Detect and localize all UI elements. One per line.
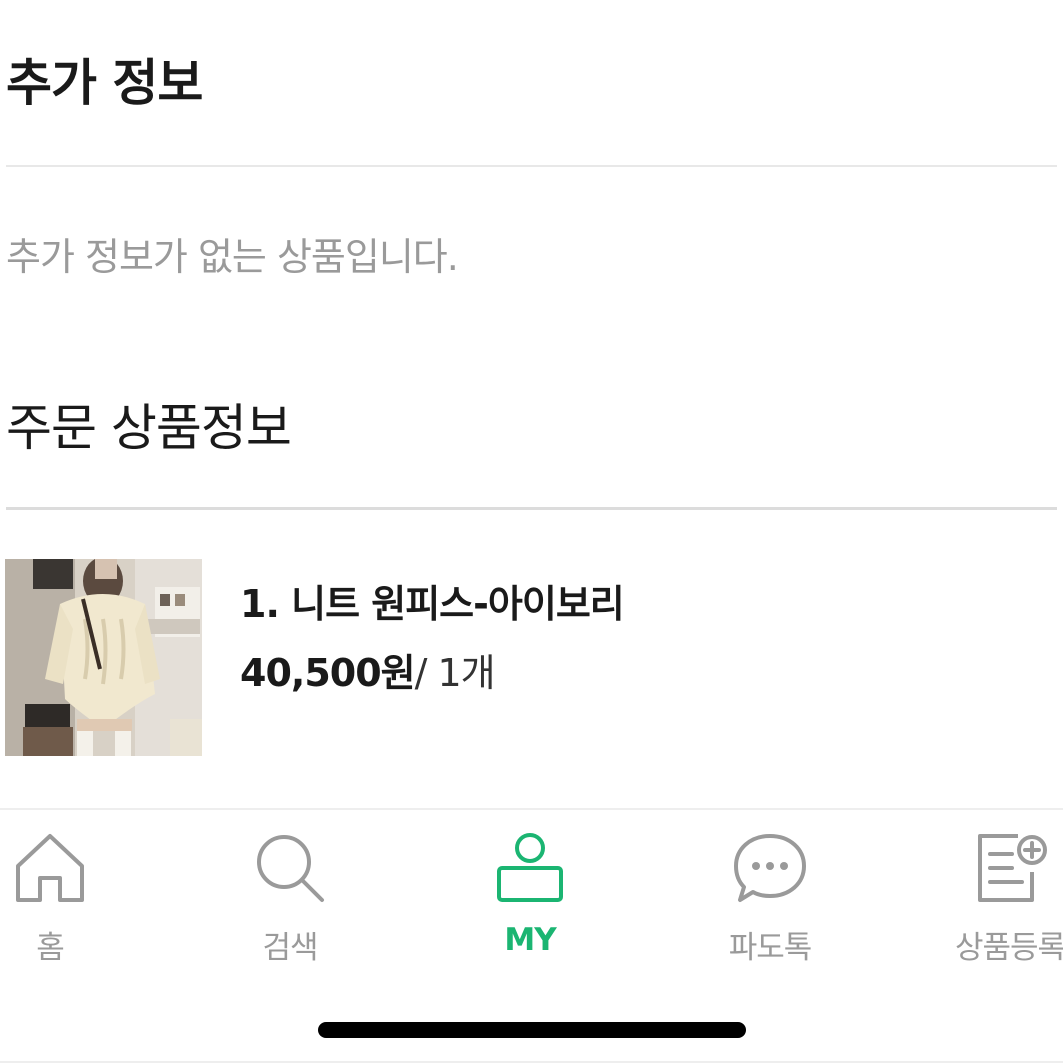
tab-chat[interactable]: 파도톡 [670,810,870,990]
tab-chat-label: 파도톡 [728,930,813,966]
tab-home-label: 홈 [36,930,65,966]
tab-my[interactable]: MY [430,810,630,990]
chat-icon [734,834,806,902]
extra-info-empty-message: 추가 정보가 없는 상품입니다. [6,235,459,279]
tab-register-product-label: 상품등록 [954,930,1063,966]
extra-info-title: 추가 정보 [6,54,203,112]
tab-my-label: MY [504,922,556,958]
product-thumbnail[interactable] [5,559,202,756]
tab-home[interactable]: 홈 [0,810,150,990]
search-icon [257,835,324,902]
product-price-line: 40,500원/ 1개 [240,642,496,697]
product-quantity: / 1개 [414,651,496,695]
product-price: 40,500원 [240,651,416,695]
order-products-title: 주문 상품정보 [6,399,292,457]
home-icon [16,834,84,902]
tab-register-product[interactable]: 상품등록 [910,810,1063,990]
divider [6,165,1057,167]
home-indicator[interactable] [318,1022,746,1038]
tab-search[interactable]: 검색 [190,810,390,990]
order-detail-page: 추가 정보 추가 정보가 없는 상품입니다. 주문 상품정보 1. 니트 원피스… [0,0,1063,1063]
product-name[interactable]: 1. 니트 원피스-아이보리 [240,573,625,628]
product-photo-illustration [5,559,202,756]
register-product-icon [978,834,1047,902]
user-icon [497,833,563,902]
tab-search-label: 검색 [262,930,318,966]
divider [6,507,1057,510]
